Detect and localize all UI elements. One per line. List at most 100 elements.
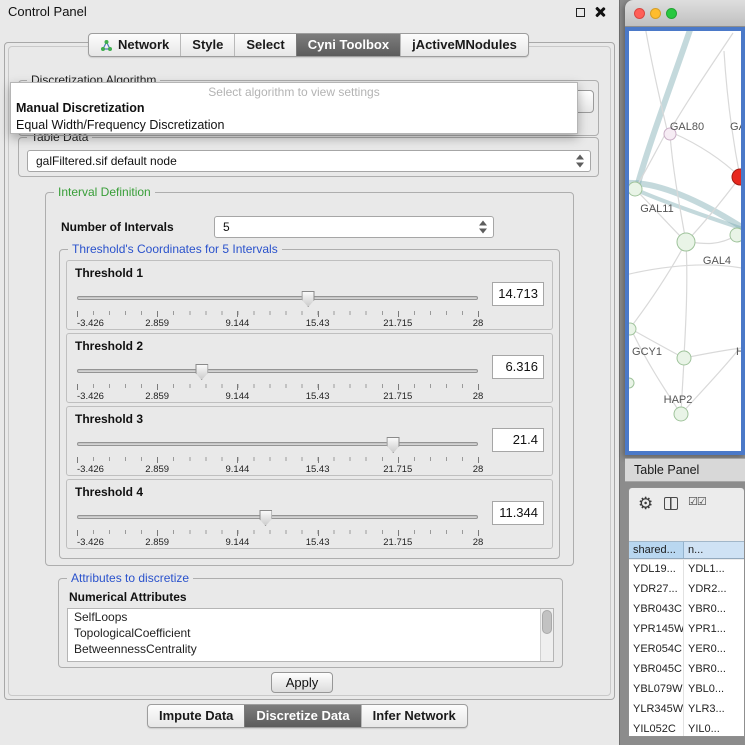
- slider-thumb[interactable]: [302, 291, 315, 307]
- tick-marks: [77, 457, 478, 463]
- slider-thumb[interactable]: [387, 437, 400, 453]
- slider-track[interactable]: [77, 515, 478, 519]
- table-row[interactable]: YIL052CYIL0...: [629, 720, 744, 736]
- network-window-titlebar: [625, 0, 745, 27]
- column-header-name[interactable]: n...: [684, 542, 744, 558]
- threshold-panel: Threshold 4 -3.426 2.859 9.144 15.43: [66, 479, 553, 549]
- table-row[interactable]: YBL079WYBL0...: [629, 680, 744, 700]
- interval-definition-label: Interval Definition: [54, 185, 155, 200]
- threshold-value-field[interactable]: 11.344: [492, 501, 544, 525]
- tick-labels: -3.426 2.859 9.144 15.43 21.715 28: [77, 391, 478, 402]
- tab-label: Discretize Data: [256, 708, 349, 724]
- threshold-slider[interactable]: [77, 437, 478, 453]
- table-data-combobox[interactable]: galFiltered.sif default node: [27, 150, 591, 172]
- threshold-value-field[interactable]: 14.713: [492, 282, 544, 306]
- tick-label: 2.859: [145, 318, 169, 329]
- node[interactable]: [629, 378, 634, 388]
- table-cell: YDR2...: [684, 580, 744, 600]
- tick-label: 15.43: [306, 464, 330, 475]
- threshold-panel: Threshold 2 -3.426 2.859 9.144 15.43: [66, 333, 553, 403]
- table-cell: YBR0...: [684, 660, 744, 680]
- zoom-traffic-light[interactable]: [666, 8, 677, 19]
- list-item[interactable]: BetweennessCentrality: [68, 641, 553, 657]
- scrollbar[interactable]: [540, 609, 553, 661]
- table-row[interactable]: YLR345WYLR3...: [629, 700, 744, 720]
- tick-label: 15.43: [306, 318, 330, 329]
- node[interactable]: [629, 182, 642, 196]
- slider-thumb[interactable]: [195, 364, 208, 380]
- threshold-value-field[interactable]: 21.4: [492, 428, 544, 452]
- control-panel-window: Control Panel Network Style Select: [0, 0, 620, 745]
- table-panel-title: Table Panel: [634, 463, 699, 477]
- tab-discretize-data[interactable]: Discretize Data: [244, 705, 360, 727]
- select-columns-icon[interactable]: ☑☑: [688, 495, 706, 508]
- tab-cyni-toolbox[interactable]: Cyni Toolbox: [296, 34, 400, 56]
- table-cell: YPR145W: [629, 620, 684, 640]
- gear-icon[interactable]: ⚙: [638, 493, 653, 515]
- threshold-slider[interactable]: [77, 364, 478, 380]
- node[interactable]: [730, 228, 741, 242]
- table-row[interactable]: YER054CYER0...: [629, 640, 744, 660]
- node-label: GAL80: [670, 121, 704, 133]
- tick-labels: -3.426 2.859 9.144 15.43 21.715 28: [77, 318, 478, 329]
- minimize-traffic-light[interactable]: [650, 8, 661, 19]
- table-row[interactable]: YPR145WYPR1...: [629, 620, 744, 640]
- node-label: GCY1: [632, 346, 662, 358]
- close-icon[interactable]: [594, 6, 606, 18]
- table-data-group: Table Data galFiltered.sif default node: [18, 137, 599, 177]
- table-row[interactable]: YDR27...YDR2...: [629, 580, 744, 600]
- node[interactable]: [677, 351, 691, 365]
- table-cell: YER0...: [684, 640, 744, 660]
- threshold-panel: Threshold 3 -3.426 2.859 9.144 15.43: [66, 406, 553, 476]
- node-label: HAP2: [664, 394, 693, 406]
- node-label: GA: [730, 121, 741, 133]
- tab-select[interactable]: Select: [234, 34, 295, 56]
- table-row[interactable]: YDL19...YDL1...: [629, 560, 744, 580]
- table-row[interactable]: YBR043CYBR0...: [629, 600, 744, 620]
- tab-network[interactable]: Network: [89, 34, 180, 56]
- float-window-icon[interactable]: [576, 8, 585, 17]
- threshold-label: Threshold 2: [75, 339, 143, 353]
- tab-style[interactable]: Style: [180, 34, 234, 56]
- thresholds-group-label: Threshold's Coordinates for 5 Intervals: [68, 242, 282, 257]
- scrollbar-thumb[interactable]: [542, 610, 552, 634]
- tab-impute-data[interactable]: Impute Data: [148, 705, 244, 727]
- close-traffic-light[interactable]: [634, 8, 645, 19]
- slider-thumb[interactable]: [259, 510, 272, 526]
- list-item[interactable]: SelfLoops: [68, 609, 553, 625]
- dropdown-option-equal-width[interactable]: Equal Width/Frequency Discretization: [15, 117, 573, 133]
- tab-label: jActiveMNodules: [412, 37, 517, 53]
- tick-label: 28: [473, 391, 484, 402]
- threshold-slider[interactable]: [77, 510, 478, 526]
- tab-label: Cyni Toolbox: [308, 37, 389, 53]
- algorithm-dropdown: Select algorithm to view settings Manual…: [10, 82, 578, 134]
- dropdown-option-manual[interactable]: Manual Discretization: [15, 100, 573, 116]
- tab-label: Impute Data: [159, 708, 233, 724]
- list-item[interactable]: TopologicalCoefficient: [68, 625, 553, 641]
- tab-infer-network[interactable]: Infer Network: [361, 705, 467, 727]
- threshold-value-field[interactable]: 6.316: [492, 355, 544, 379]
- tab-label: Select: [246, 37, 284, 53]
- slider-track[interactable]: [77, 442, 478, 446]
- node[interactable]: [629, 323, 636, 335]
- network-view[interactable]: GAL80 GA GAL11 GAL4 GCY1 H HAP2: [625, 27, 745, 455]
- node[interactable]: [674, 407, 688, 421]
- table-row[interactable]: YBR045CYBR0...: [629, 660, 744, 680]
- node[interactable]: [677, 233, 695, 251]
- slider-track[interactable]: [77, 369, 478, 373]
- tick-labels: -3.426 2.859 9.144 15.43 21.715 28: [77, 537, 478, 548]
- slider-track[interactable]: [77, 296, 478, 300]
- column-header-shared-name[interactable]: shared...: [629, 542, 684, 558]
- apply-button[interactable]: Apply: [271, 672, 333, 693]
- attributes-group: Attributes to discretize Numerical Attri…: [58, 578, 563, 668]
- tick-label: 9.144: [226, 464, 250, 475]
- threshold-slider[interactable]: [77, 291, 478, 307]
- number-of-intervals-combobox[interactable]: 5: [214, 216, 494, 238]
- tab-jactivemnodules[interactable]: jActiveMNodules: [400, 34, 528, 56]
- columns-icon[interactable]: [664, 497, 678, 510]
- title-bar: Control Panel: [0, 0, 619, 24]
- window-title: Control Panel: [8, 4, 87, 19]
- tick-label: 9.144: [226, 318, 250, 329]
- network-nodes[interactable]: [629, 128, 741, 421]
- tick-label: 2.859: [145, 464, 169, 475]
